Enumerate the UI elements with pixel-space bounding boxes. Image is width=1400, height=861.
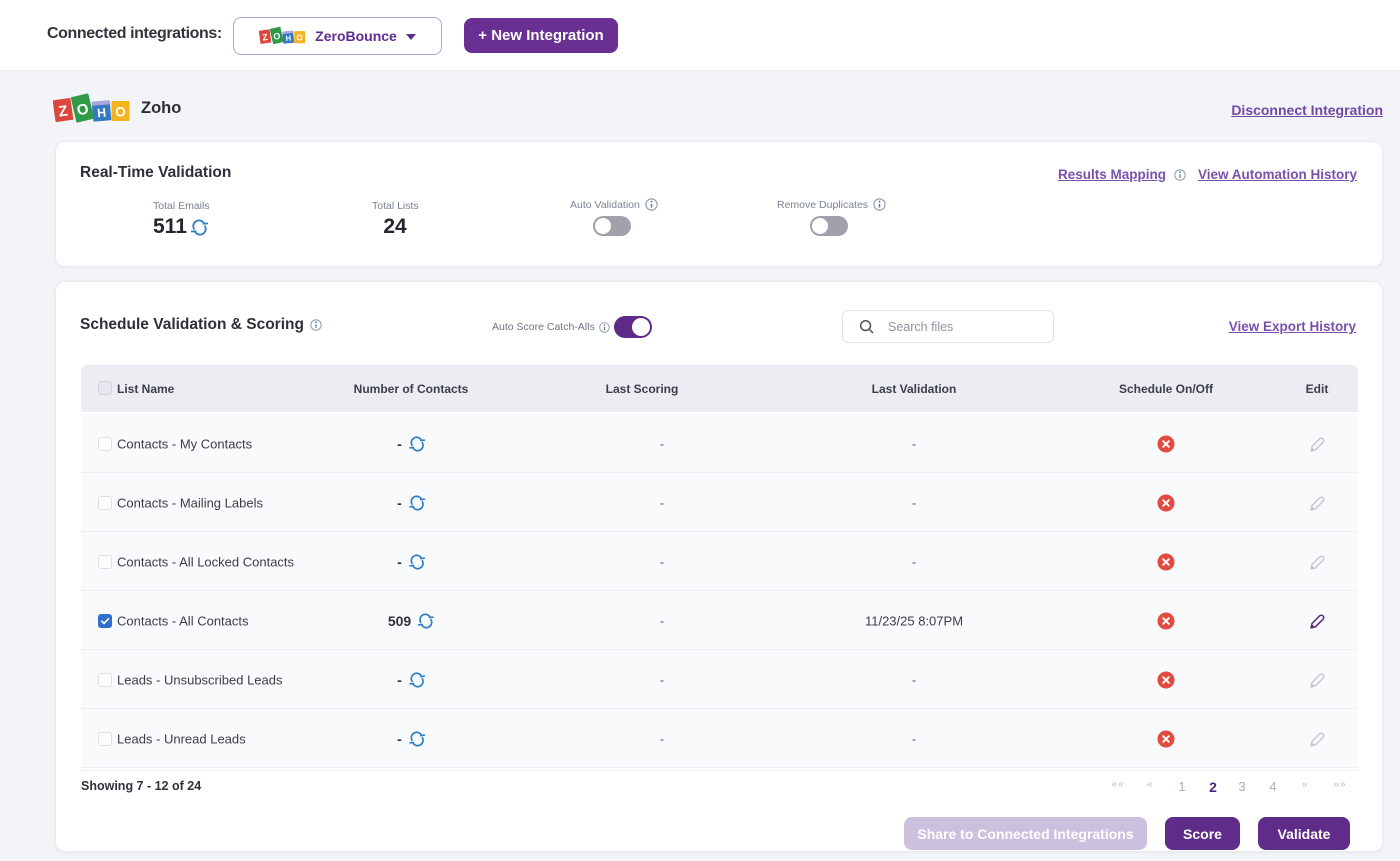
svg-text:H: H: [285, 34, 291, 43]
svg-text:O: O: [115, 105, 126, 120]
svg-text:H: H: [97, 106, 107, 121]
svg-text:O: O: [297, 34, 303, 43]
